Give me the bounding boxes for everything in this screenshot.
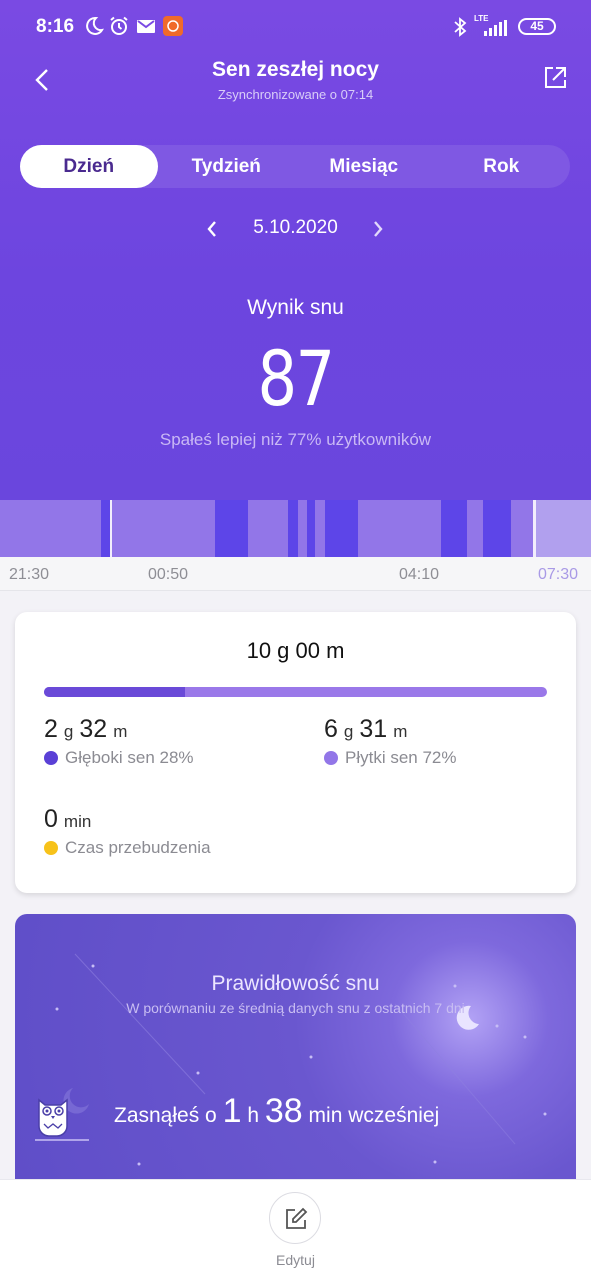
- date-selector: 5.10.2020: [0, 214, 591, 242]
- starry-background: [55, 953, 547, 1166]
- deep-sleep-segment: [441, 500, 467, 557]
- deep-sleep-segment: [215, 500, 248, 557]
- battery-level: 45: [530, 19, 544, 33]
- awake-duration: 0 min: [44, 805, 211, 834]
- sleep-timeline[interactable]: [0, 500, 591, 557]
- score-comparison: Spałeś lepiej niż 77% użytkowników: [159, 430, 432, 449]
- battery-indicator: 45: [518, 18, 556, 35]
- awake-value: 0: [44, 805, 58, 833]
- awake-segment: [536, 500, 591, 557]
- header-panel: 8:16 LTE 45 Sen zeszłej nocy Zsynchroniz…: [0, 0, 591, 500]
- gmail-icon: [137, 20, 155, 33]
- owl-icon: [35, 1088, 89, 1141]
- page-title: Sen zeszłej nocy: [212, 58, 379, 81]
- alarm-icon: [110, 16, 128, 35]
- regularity-hours-unit: h: [247, 1104, 260, 1127]
- timeline-axis: 21:30 00:50 04:10 07:30: [0, 557, 591, 591]
- awake-dot: [44, 841, 58, 855]
- tab-month[interactable]: Miesiąc: [295, 145, 433, 188]
- minutes-unit: m: [393, 722, 408, 741]
- total-sleep-duration: 10 g 00 m: [246, 638, 345, 663]
- lte-signal-icon: LTE: [474, 14, 510, 38]
- deep-sleep-segment: [483, 500, 511, 557]
- minutes-unit: m: [113, 722, 128, 741]
- deep-sleep-segment: [288, 500, 298, 557]
- mi-app-icon: [163, 16, 183, 36]
- light-minutes: 31: [359, 715, 388, 743]
- sync-status: Zsynchronizowane o 07:14: [217, 87, 374, 102]
- deep-minutes: 32: [79, 715, 108, 743]
- regularity-suffix: min wcześniej: [308, 1104, 440, 1127]
- awake-stat: 0 min Czas przebudzenia: [44, 805, 211, 858]
- status-time: 8:16: [36, 16, 75, 37]
- edit-icon: [286, 1207, 308, 1229]
- awake-label: Czas przebudzenia: [65, 838, 211, 857]
- deep-sleep-stat: 2 g 32 m Głęboki sen 28%: [44, 715, 194, 768]
- sleep-summary-card[interactable]: 10 g 00 m 2 g 32 m Głęboki sen 28% 6 g 31 m Pł…: [15, 612, 576, 893]
- sleep-ratio-bar: [44, 687, 547, 697]
- regularity-result: Zasnąłeś o 1 h 38 min wcześniej: [114, 1092, 439, 1131]
- light-sleep-label: Płytki sen 72%: [345, 748, 457, 767]
- tab-year[interactable]: Rok: [433, 145, 571, 188]
- sleep-regularity-card[interactable]: Prawidłowość snu W porównaniu ze średnią…: [15, 914, 576, 1194]
- tab-week[interactable]: Tydzień: [158, 145, 296, 188]
- deep-sleep-segment: [101, 500, 110, 557]
- edit-button[interactable]: [269, 1192, 321, 1244]
- deep-sleep-bar: [44, 687, 185, 697]
- time-tick: 21:30: [9, 566, 50, 583]
- moon-icon: [86, 16, 104, 35]
- deep-sleep-segment: [307, 500, 315, 557]
- light-hours: 6: [324, 715, 338, 743]
- sleep-score: 87: [257, 334, 335, 423]
- regularity-minutes: 38: [264, 1092, 303, 1130]
- deep-hours: 2: [44, 715, 58, 743]
- edit-label: Edytuj: [276, 1252, 315, 1268]
- time-tick: 07:30: [538, 566, 579, 583]
- deep-sleep-segment: [325, 500, 358, 557]
- period-tabs: Dzień Tydzień Miesiąc Rok: [20, 145, 570, 188]
- light-sleep-stat: 6 g 31 m Płytki sen 72%: [324, 715, 457, 768]
- time-tick: 04:10: [399, 566, 440, 583]
- chevron-right-icon[interactable]: [366, 216, 390, 242]
- bottom-bar: Edytuj: [0, 1179, 591, 1280]
- light-sleep-dot: [324, 751, 338, 765]
- segment-divider: [110, 500, 112, 557]
- regularity-prefix: Zasnąłeś o: [114, 1104, 217, 1127]
- regularity-title: Prawidłowość snu: [211, 972, 380, 995]
- share-icon[interactable]: [541, 64, 569, 92]
- awake-unit: min: [63, 812, 92, 831]
- regularity-subtitle: W porównaniu ze średnią danych snu z ost…: [126, 1000, 465, 1016]
- regularity-hours: 1: [222, 1092, 242, 1130]
- deep-sleep-dot: [44, 751, 58, 765]
- hours-unit: g: [63, 722, 74, 741]
- bluetooth-icon: [454, 17, 467, 37]
- score-label: Wynik snu: [247, 296, 344, 319]
- deep-sleep-duration: 2 g 32 m: [44, 715, 194, 744]
- tab-day[interactable]: Dzień: [20, 145, 158, 188]
- light-sleep-duration: 6 g 31 m: [324, 715, 457, 744]
- hours-unit: g: [343, 722, 354, 741]
- status-bar: 8:16 LTE 45: [0, 0, 591, 54]
- deep-sleep-label: Głęboki sen 28%: [65, 748, 194, 767]
- time-tick: 00:50: [148, 566, 189, 583]
- chevron-left-icon[interactable]: [200, 216, 224, 242]
- current-date: 5.10.2020: [253, 217, 338, 238]
